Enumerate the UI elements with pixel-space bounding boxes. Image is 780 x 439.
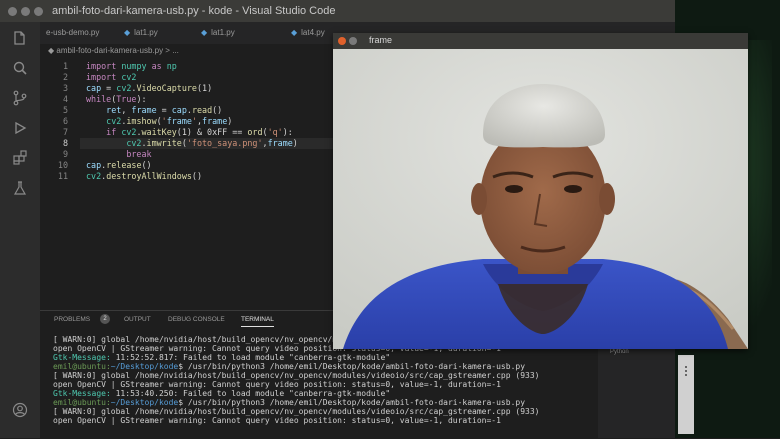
terminal-line: open OpenCV | GStreamer warning: Cannot … — [53, 416, 501, 425]
files-icon[interactable] — [11, 30, 29, 48]
code-line[interactable]: 5 ret, frame = cap.read() — [40, 105, 340, 116]
extensions-icon[interactable] — [11, 150, 29, 168]
code-text: cv2.imwrite('foto_saya.png',frame) — [126, 138, 298, 148]
code-text: cap.release() — [86, 160, 152, 170]
scroll-panel[interactable] — [678, 355, 694, 434]
close-window-button[interactable] — [8, 7, 17, 16]
frame-title: frame — [369, 35, 393, 45]
code-line[interactable]: 8 cv2.imwrite('foto_saya.png',frame) — [40, 138, 340, 149]
maximize-window-button[interactable] — [34, 7, 43, 16]
tab-lat4[interactable]: ◆ lat4.py — [285, 22, 331, 44]
window-title: ambil-foto-dari-kamera-usb.py - kode - V… — [52, 5, 336, 17]
line-number: 6 — [62, 116, 68, 126]
account-icon[interactable] — [11, 402, 29, 420]
breadcrumb[interactable]: ◆ ambil-foto-dari-kamera-usb.py > ... — [48, 46, 179, 55]
line-number: 7 — [62, 127, 68, 137]
tab-label: lat1.py — [134, 28, 158, 37]
code-text: cv2.destroyAllWindows() — [86, 171, 202, 181]
line-number: 1 — [62, 61, 68, 71]
code-line[interactable]: 1 import numpy as np — [40, 61, 340, 72]
title-bar: ambil-foto-dari-kamera-usb.py - kode - V… — [0, 0, 675, 22]
code-line[interactable]: 7 if cv2.waitKey(1) & 0xFF == ord('q'): — [40, 127, 340, 138]
terminal-selector[interactable]: Python — [598, 349, 675, 357]
line-number: 9 — [62, 149, 68, 159]
code-editor[interactable]: 1 import numpy as np 2 import cv2 3 cap = cv2… — [40, 57, 376, 307]
search-icon[interactable] — [11, 60, 29, 78]
code-line[interactable]: 4 while(True): — [40, 94, 340, 105]
terminal-name: Python — [610, 349, 629, 355]
activity-bar — [0, 22, 40, 438]
code-line[interactable]: 2 import cv2 — [40, 72, 340, 83]
frame-window[interactable]: frame — [333, 33, 748, 349]
code-text: if cv2.waitKey(1) & 0xFF == ord('q'): — [106, 127, 293, 137]
tab-lat1-b[interactable]: ◆ lat1.py — [195, 22, 241, 44]
terminal-line: [ WARN:0] global /home/nvidia/host/build… — [53, 407, 540, 416]
line-number: 2 — [62, 72, 68, 82]
tab-label: e-usb-demo.py — [46, 28, 100, 37]
code-text: ret, frame = cap.read() — [106, 105, 223, 115]
code-line[interactable]: 9 break — [40, 149, 340, 160]
code-line[interactable]: 10 cap.release() — [40, 160, 340, 171]
minimize-window-button[interactable] — [21, 7, 30, 16]
terminal-line: emil@ubuntu:~/Desktop/kode$ /usr/bin/pyt… — [53, 362, 526, 371]
terminal-line: Gtk-Message: 11:52:52.817: Failed to loa… — [53, 353, 391, 362]
code-text: break — [126, 149, 152, 159]
more-icon — [684, 365, 688, 377]
camera-image — [333, 49, 748, 349]
line-number: 3 — [62, 83, 68, 93]
terminal-line: emil@ubuntu:~/Desktop/kode$ /usr/bin/pyt… — [53, 398, 526, 407]
code-line[interactable]: 3 cap = cv2.VideoCapture(1) — [40, 83, 340, 94]
python-file-icon: ◆ — [201, 28, 208, 37]
test-flask-icon[interactable] — [11, 180, 29, 198]
terminal-line: Gtk-Message: 11:53:40.250: Failed to loa… — [53, 389, 391, 398]
line-number: 4 — [62, 94, 68, 104]
tab-output[interactable]: OUTPUT — [124, 316, 151, 323]
line-number: 8 — [62, 138, 68, 148]
code-text: while(True): — [86, 94, 147, 104]
tab-label: lat1.py — [211, 28, 235, 37]
tab-terminal[interactable]: TERMINAL — [241, 316, 274, 327]
source-control-icon[interactable] — [11, 90, 29, 108]
terminal-line: [ WARN:0] global /home/nvidia/host/build… — [53, 371, 540, 380]
close-frame-button[interactable] — [338, 37, 346, 45]
code-line[interactable]: 6 cv2.imshow('frame',frame) — [40, 116, 340, 127]
tab-lat1-a[interactable]: ◆ lat1.py — [118, 22, 164, 44]
code-text: import cv2 — [86, 72, 137, 82]
frame-title-bar[interactable]: frame — [333, 33, 748, 49]
minimize-frame-button[interactable] — [349, 37, 357, 45]
line-number: 10 — [57, 160, 68, 170]
code-text: import numpy as np — [86, 61, 177, 71]
line-number: 5 — [62, 105, 68, 115]
problems-badge: 2 — [100, 314, 110, 324]
terminal-line: open OpenCV | GStreamer warning: Cannot … — [53, 380, 501, 389]
run-debug-icon[interactable] — [11, 120, 29, 138]
python-file-icon: ◆ — [124, 28, 131, 37]
camera-feed — [333, 49, 748, 349]
tab-problems[interactable]: PROBLEMS — [54, 316, 90, 323]
code-text: cap = cv2.VideoCapture(1) — [86, 83, 213, 93]
code-text: cv2.imshow('frame',frame) — [106, 116, 233, 126]
tab-debug-console[interactable]: DEBUG CONSOLE — [168, 316, 225, 323]
terminal-list-panel: Python — [598, 349, 675, 438]
tab-label: lat4.py — [301, 28, 325, 37]
code-line[interactable]: 11 cv2.destroyAllWindows() — [40, 171, 340, 182]
tab-usb-demo[interactable]: e-usb-demo.py — [40, 22, 105, 44]
python-file-icon: ◆ — [291, 28, 298, 37]
line-number: 11 — [57, 171, 68, 181]
